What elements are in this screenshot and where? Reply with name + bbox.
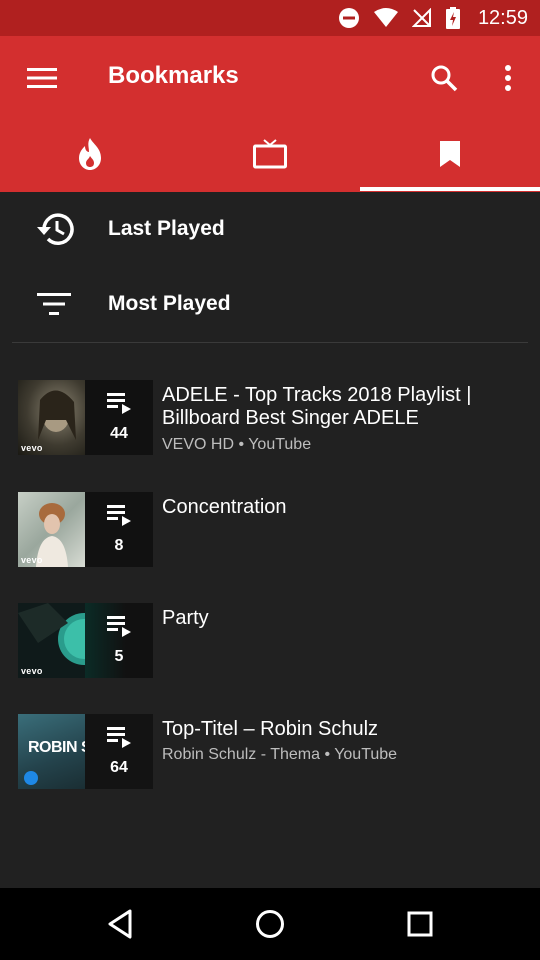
tab-indicator [360,187,540,191]
search-icon[interactable] [424,60,464,96]
vevo-logo: vevo [21,555,43,565]
vevo-logo: vevo [21,666,43,676]
playlist-item[interactable]: vevo 44 ADELE - Top Tracks 2018 Playlist… [18,380,528,456]
playlist-icon [107,504,131,531]
playlist-item[interactable]: ROBIN SCHULZ 64 Top-Titel – Robin Schulz… [18,714,528,790]
sort-icon [34,284,74,324]
robin-schulz-logo: ROBIN SCHULZ [28,739,85,756]
bookmark-icon [439,140,461,173]
recents-icon[interactable] [400,904,440,944]
back-icon[interactable] [100,904,140,944]
no-signal-icon [411,8,432,28]
flame-icon [77,137,103,175]
playlist-icon [107,392,131,419]
playlist-count-overlay: 64 [85,714,153,789]
playlist-icon [107,726,131,753]
video-count: 64 [110,759,128,776]
history-icon [34,209,74,249]
shortcut-label: Last Played [108,217,225,240]
system-nav-bar [0,888,540,960]
battery-icon [445,7,460,29]
playlist-title: Party [162,607,209,629]
playlist-subtitle: Robin Schulz - Thema • YouTube [162,746,398,763]
playlist-icon [107,615,131,642]
playlist-thumbnail: vevo [18,380,85,455]
menu-icon[interactable] [22,62,62,94]
tab-trending[interactable] [0,120,180,192]
wifi-icon [373,8,398,28]
last-played-item[interactable]: Last Played [0,192,540,266]
video-count: 5 [114,648,124,665]
status-bar: 12:59 [0,0,540,36]
label-logo [24,771,38,785]
playlist-count-overlay: 44 [85,380,153,455]
playlist-title: Concentration [162,496,287,518]
tab-channels[interactable] [180,120,360,192]
tab-bookmarks[interactable] [360,120,540,192]
playlist-title: Top-Titel – Robin Schulz [162,718,379,740]
video-count: 8 [114,537,124,554]
playlist-count-overlay: 8 [85,492,153,567]
playlist-count-overlay: 5 [85,603,153,678]
vevo-logo: vevo [21,443,43,453]
playlist-thumbnail: vevo [18,603,85,678]
shortcut-label: Most Played [108,292,231,315]
playlist-item[interactable]: vevo 5 Party [18,603,528,679]
status-time: 12:59 [477,6,528,29]
do-not-disturb-icon [338,7,360,29]
playlist-subtitle: VEVO HD • YouTube [162,436,312,453]
playlist-item[interactable]: vevo 8 Concentration [18,492,528,568]
home-icon[interactable] [250,904,290,944]
app-toolbar: Bookmarks [0,36,540,120]
page-title: Bookmarks [108,62,239,89]
video-count: 44 [110,425,128,442]
playlist-thumbnail: ROBIN SCHULZ [18,714,85,789]
playlist-title: ADELE - Top Tracks 2018 Playlist | Billb… [162,384,472,429]
most-played-item[interactable]: Most Played [0,267,540,341]
playlist-thumbnail: vevo [18,492,85,567]
divider [12,342,528,343]
tv-icon [253,138,287,174]
more-options-icon[interactable] [490,60,526,96]
tab-bar [0,120,540,192]
